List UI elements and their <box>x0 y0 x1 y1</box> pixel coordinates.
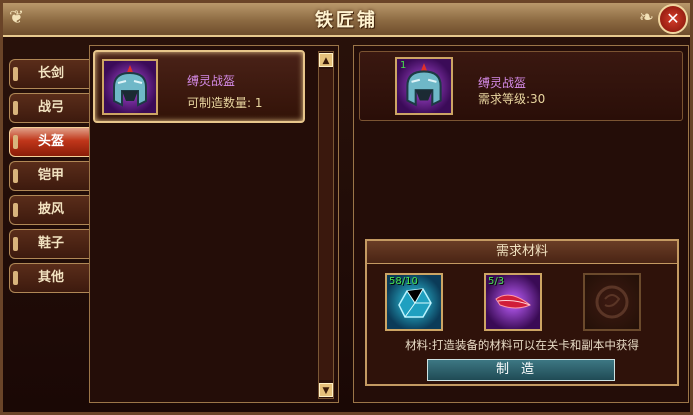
tab-label: 铠甲 <box>38 168 65 183</box>
tab-label: 头盔 <box>38 134 65 149</box>
materials-title: 需求材料 <box>367 241 677 264</box>
craftable-count-value: 1 <box>254 96 263 110</box>
item-slot <box>102 59 158 115</box>
tab-bow[interactable]: 战弓 <box>9 93 89 123</box>
item-badge: 1 <box>400 60 407 71</box>
selected-item-name: 缚灵战盔 <box>478 76 527 90</box>
scroll-up-button[interactable]: ▲ <box>319 53 333 67</box>
material-slot-1[interactable]: 58/10 <box>385 273 443 331</box>
tab-knob-icon <box>13 237 18 251</box>
tab-other[interactable]: 其他 <box>9 263 89 293</box>
tab-shoes[interactable]: 鞋子 <box>9 229 89 259</box>
material-count: 58/10 <box>389 276 418 287</box>
tab-knob-icon <box>13 135 18 149</box>
tab-knob-icon <box>13 101 18 115</box>
window-title: 铁匠铺 <box>315 10 378 31</box>
list-item-name: 缚灵战盔 <box>187 74 236 88</box>
detail-panel: 1 缚灵战盔 需求等级:30 需求材料 58/10 5/3 材料:打造装备的材料… <box>353 45 689 403</box>
list-scrollbar[interactable]: ▲ ▼ <box>318 51 334 399</box>
tab-armor[interactable]: 铠甲 <box>9 161 89 191</box>
material-count: 5/3 <box>488 276 505 287</box>
materials-box: 需求材料 58/10 5/3 材料:打造装备的材料可以在关卡和副本中获得 制造 <box>365 239 679 386</box>
tab-label: 战弓 <box>38 100 65 115</box>
close-button[interactable]: ✕ <box>658 4 688 34</box>
tab-label: 披风 <box>38 202 65 217</box>
tab-knob-icon <box>13 271 18 285</box>
tab-cloak[interactable]: 披风 <box>9 195 89 225</box>
list-item-craftable-count: 可制造数量: 1 <box>187 94 263 111</box>
selected-item-slot[interactable]: 1 <box>395 57 453 115</box>
blacksmith-window: ❦ 铁匠铺 ❧ ✕ 长剑 战弓 头盔 铠甲 披风 鞋子 其他 缚灵战盔 可制造数… <box>0 0 693 415</box>
tab-knob-icon <box>13 203 18 217</box>
tab-sword[interactable]: 长剑 <box>9 59 89 89</box>
selected-item-header: 1 缚灵战盔 需求等级:30 <box>359 51 683 121</box>
tab-knob-icon <box>13 169 18 183</box>
scroll-down-button[interactable]: ▼ <box>319 383 333 397</box>
helmet-icon <box>113 65 147 107</box>
tab-knob-icon <box>13 67 18 81</box>
material-slot-2[interactable]: 5/3 <box>484 273 542 331</box>
list-item[interactable]: 缚灵战盔 可制造数量: 1 <box>93 50 305 123</box>
tab-label: 其他 <box>38 270 65 285</box>
tab-label: 鞋子 <box>38 236 65 251</box>
materials-hint: 材料:打造装备的材料可以在关卡和副本中获得 <box>405 338 639 352</box>
selected-item-requirement: 需求等级:30 <box>478 92 546 106</box>
recipe-list-panel: 缚灵战盔 可制造数量: 1 ▲ ▼ <box>89 45 339 403</box>
craftable-count-label: 可制造数量: <box>187 96 252 110</box>
tab-helmet[interactable]: 头盔 <box>9 127 89 157</box>
craft-button[interactable]: 制造 <box>427 359 615 381</box>
title-ornament-right-icon: ❧ <box>638 7 654 28</box>
scroll-track[interactable] <box>319 69 333 380</box>
material-slot-3[interactable] <box>583 273 641 331</box>
title-bar: ❦ 铁匠铺 ❧ ✕ <box>3 3 690 37</box>
tab-label: 长剑 <box>38 66 65 81</box>
empty-slot-icon <box>595 285 629 319</box>
